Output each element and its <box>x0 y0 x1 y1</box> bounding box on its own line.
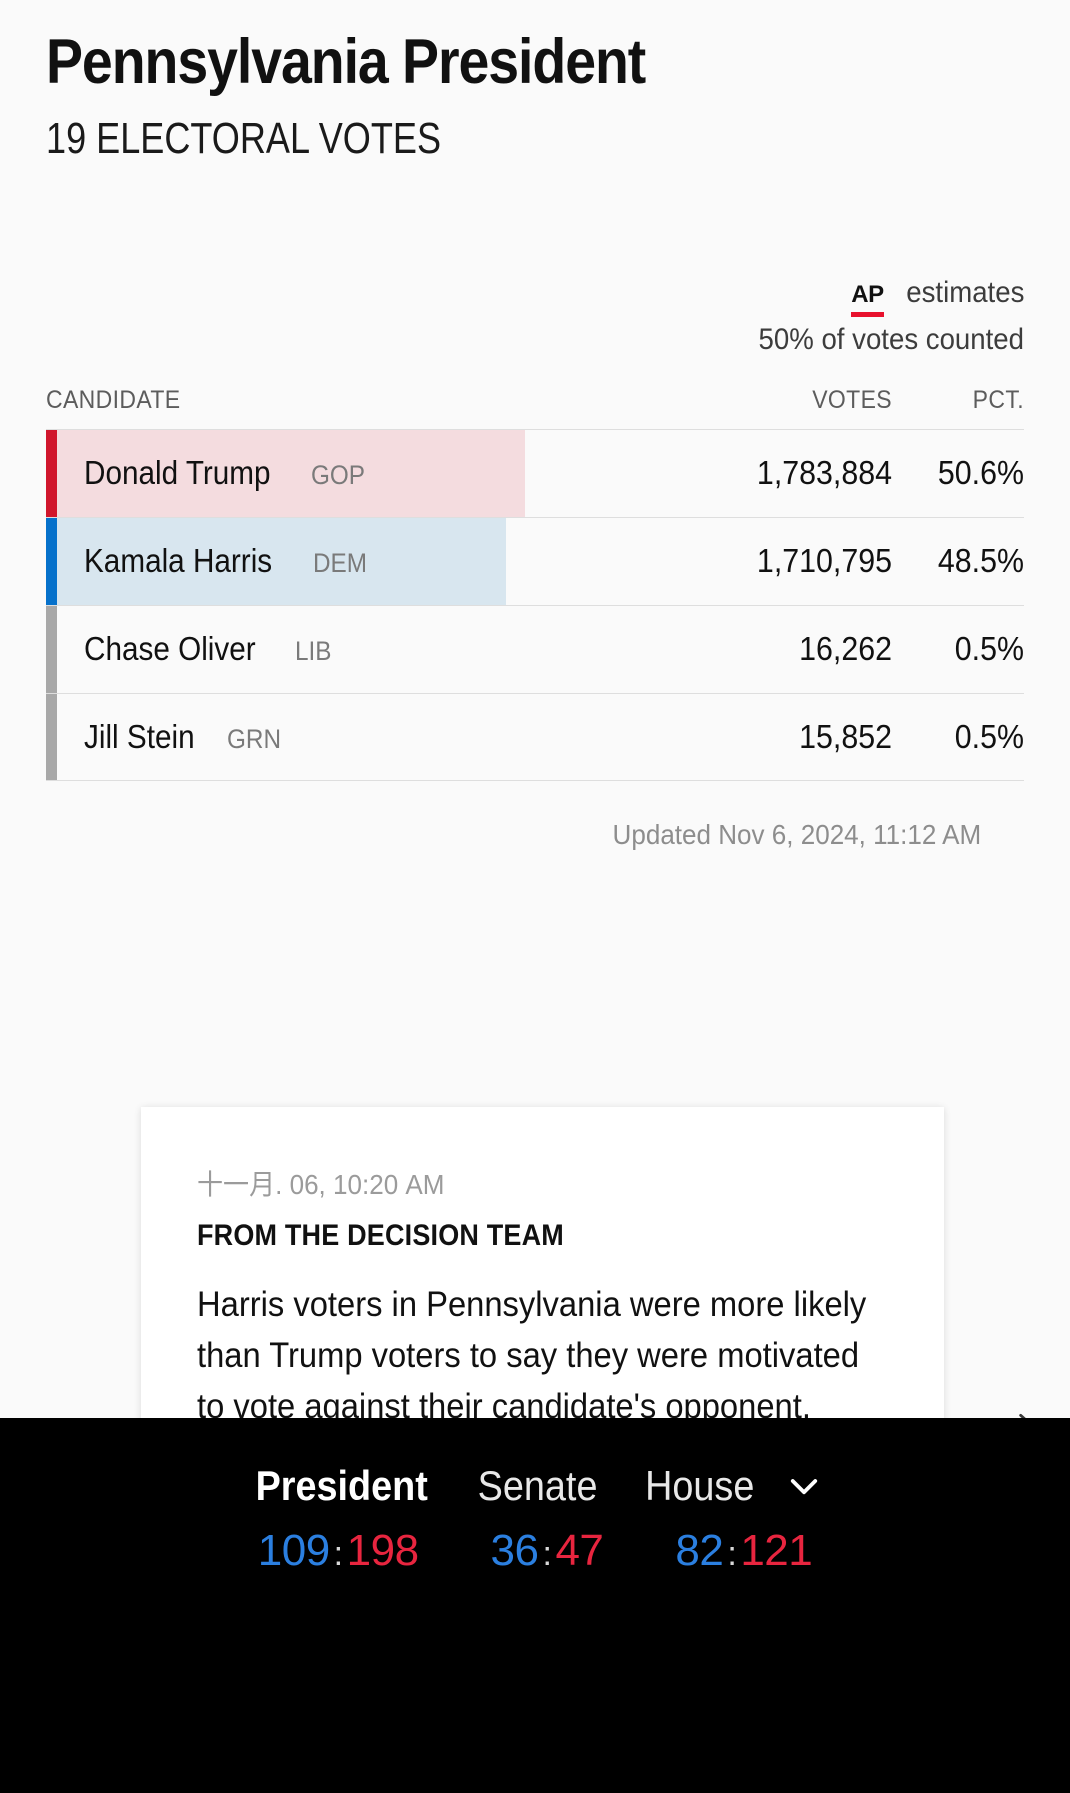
score-tally: 36:47 <box>491 1526 604 1576</box>
race-score-tallies: 109:198 36:47 82:121 <box>258 1526 813 1576</box>
gop-count: 47 <box>555 1526 604 1575</box>
table-row[interactable]: Chase Oliver LIB 16,262 0.5% <box>46 604 1024 693</box>
page-title: Pennsylvania President <box>46 27 646 97</box>
candidate-pct: 0.5% <box>954 717 1024 755</box>
candidate-name: Kamala Harris <box>84 542 273 580</box>
dem-count: 36 <box>490 1526 539 1575</box>
card-kicker: FROM THE DECISION TEAM <box>197 1219 564 1252</box>
table-row[interactable]: Kamala Harris DEM 1,710,795 48.5% <box>46 516 1024 605</box>
column-header-candidate: CANDIDATE <box>46 385 181 414</box>
candidate-party: GOP <box>311 460 366 491</box>
row-content: Kamala Harris DEM 1,710,795 48.5% <box>46 542 1024 580</box>
candidate-votes: 1,710,795 <box>756 542 892 580</box>
candidate-party: DEM <box>313 548 368 579</box>
tab-house[interactable]: House <box>645 1462 754 1510</box>
candidate-pct: 48.5% <box>937 542 1024 580</box>
candidate-pct: 0.5% <box>954 630 1024 668</box>
row-content: Donald Trump GOP 1,783,884 50.6% <box>46 454 1024 492</box>
results-table: CANDIDATE VOTES PCT. Donald Trump GOP 1,78… <box>0 386 1070 851</box>
row-content: Chase Oliver LIB 16,262 0.5% <box>46 630 1024 668</box>
candidate-name: Chase Oliver <box>84 630 256 668</box>
bottom-navigation-bar: President Senate House 109:198 36:47 82:12… <box>0 1418 1070 1793</box>
dem-count: 109 <box>257 1526 330 1575</box>
candidate-pct: 50.6% <box>937 454 1024 492</box>
score-tally: 109:198 <box>258 1526 419 1576</box>
candidate-cell: Kamala Harris DEM <box>84 542 696 580</box>
table-body: Donald Trump GOP 1,783,884 50.6% Kamala Harr… <box>46 428 1024 781</box>
tab-senate[interactable]: Senate <box>478 1462 598 1510</box>
candidate-party: GRN <box>226 723 281 754</box>
candidate-votes: 1,783,884 <box>756 454 892 492</box>
candidate-name: Jill Stein <box>84 717 195 755</box>
tab-president[interactable]: President <box>256 1462 428 1510</box>
race-tabs: President Senate House <box>246 1462 824 1510</box>
chevron-down-icon[interactable] <box>784 1466 824 1506</box>
source-attribution: AP estimates 50% of votes counted <box>0 274 1070 360</box>
electoral-votes-subtitle: 19 ELECTORAL VOTES <box>46 114 442 164</box>
last-updated-timestamp: Updated Nov 6, 2024, 11:12 AM <box>612 818 982 850</box>
gop-count: 121 <box>740 1526 813 1575</box>
candidate-party: LIB <box>294 636 332 667</box>
candidate-name: Donald Trump <box>84 454 271 492</box>
candidate-cell: Donald Trump GOP <box>84 454 696 492</box>
score-separator: : <box>542 1535 552 1573</box>
ap-logo-icon: AP <box>851 280 884 318</box>
score-separator: : <box>333 1535 343 1573</box>
candidate-votes: 15,852 <box>799 717 892 755</box>
votes-counted-label: 50% of votes counted <box>758 323 1024 357</box>
gop-count: 198 <box>346 1526 419 1575</box>
column-header-votes: VOTES <box>812 385 892 414</box>
estimates-label: estimates <box>905 275 1024 309</box>
page-header: Pennsylvania President 19 ELECTORAL VOTE… <box>0 0 1070 164</box>
candidate-cell: Jill Stein GRN <box>84 718 696 756</box>
card-timestamp: 十一月. 06, 10:20 AM <box>197 1169 445 1200</box>
column-header-pct: PCT. <box>972 385 1024 414</box>
table-row[interactable]: Jill Stein GRN 15,852 0.5% <box>46 692 1024 781</box>
candidate-cell: Chase Oliver LIB <box>84 630 696 668</box>
score-tally: 82:121 <box>675 1526 812 1576</box>
row-content: Jill Stein GRN 15,852 0.5% <box>46 718 1024 756</box>
table-header-row: CANDIDATE VOTES PCT. <box>46 386 1024 429</box>
score-separator: : <box>727 1535 737 1573</box>
decision-card-area: 十一月. 06, 10:20 AM FROM THE DECISION TEAM… <box>0 1107 1070 1457</box>
dem-count: 82 <box>675 1526 724 1575</box>
decision-card[interactable]: 十一月. 06, 10:20 AM FROM THE DECISION TEAM… <box>141 1107 944 1457</box>
candidate-votes: 16,262 <box>799 630 892 668</box>
table-row[interactable]: Donald Trump GOP 1,783,884 50.6% <box>46 428 1024 517</box>
